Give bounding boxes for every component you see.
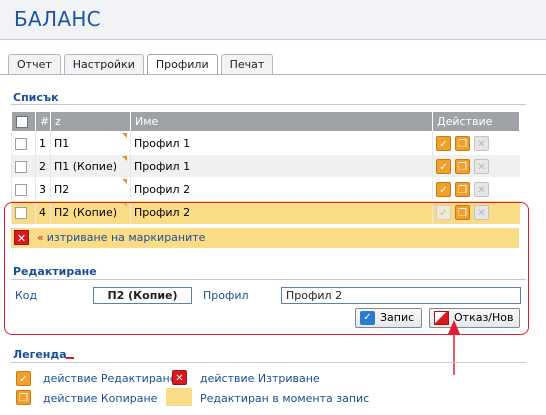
- row-actions: ✓ ❐ ✕: [432, 131, 520, 155]
- list-section-title: Списък: [13, 91, 59, 104]
- row-code: П1: [54, 136, 70, 150]
- legend-copy-text: действие Копиране: [43, 392, 158, 405]
- app-title: БАЛАНС: [14, 7, 101, 31]
- column-header-num: #: [35, 111, 51, 132]
- table-row: 3 П2 Профил 2 ✓ ❐ ✕: [11, 177, 520, 201]
- legend-copy-icon: ❐: [16, 390, 31, 405]
- row-code-cell: П1 (Копие): [50, 154, 131, 178]
- delete-icon[interactable]: ✕: [474, 158, 489, 174]
- app-header: БАЛАНС: [0, 0, 546, 40]
- tab-settings[interactable]: Настройки: [63, 54, 144, 74]
- row-select-cell: [11, 154, 36, 178]
- copy-icon[interactable]: ❐: [455, 181, 470, 197]
- row-checkbox[interactable]: [15, 137, 27, 150]
- edit-icon[interactable]: ✓: [436, 181, 451, 197]
- row-code: П2: [54, 182, 70, 196]
- copy-icon[interactable]: ❐: [455, 135, 470, 151]
- corner-marker-icon: [122, 156, 127, 161]
- tab-print[interactable]: Печат: [220, 54, 274, 74]
- delete-icon[interactable]: ✕: [474, 181, 489, 197]
- legend-edited-swatch: [166, 388, 192, 406]
- table-header-row: # z Име Действие: [11, 111, 520, 132]
- edit-highlight-frame: [4, 202, 529, 335]
- row-select-cell: [11, 177, 36, 201]
- row-num: 1: [35, 131, 51, 155]
- corner-marker-icon: [122, 133, 127, 138]
- legend-edit-icon: ✓: [16, 371, 31, 386]
- row-checkbox[interactable]: [15, 183, 27, 196]
- table-row: 2 П1 (Копие) Профил 1 ✓ ❐ ✕: [11, 154, 520, 178]
- row-name: Профил 1: [130, 131, 433, 155]
- row-actions: ✓ ❐ ✕: [432, 177, 520, 201]
- row-code-cell: П2: [50, 177, 131, 201]
- row-name: Профил 2: [130, 177, 433, 201]
- edit-icon[interactable]: ✓: [436, 158, 451, 174]
- tab-report[interactable]: Отчет: [8, 54, 61, 74]
- row-actions: ✓ ❐ ✕: [432, 154, 520, 178]
- delete-icon[interactable]: ✕: [474, 135, 489, 151]
- legend-section-divider: [11, 362, 526, 363]
- column-header-action: Действие: [432, 111, 520, 132]
- edit-icon[interactable]: ✓: [436, 135, 451, 151]
- row-checkbox[interactable]: [15, 160, 27, 173]
- tab-profiles[interactable]: Профили: [146, 54, 218, 75]
- legend-section-title: Легенда: [13, 348, 67, 361]
- row-num: 2: [35, 154, 51, 178]
- tab-bar: Отчет Настройки Профили Печат: [8, 54, 274, 75]
- pointer-arrow-icon: [448, 320, 460, 375]
- tab-divider: [0, 74, 546, 75]
- corner-marker-icon: [122, 179, 127, 184]
- row-name: Профил 1: [130, 154, 433, 178]
- legend-underline: [66, 357, 74, 359]
- row-code-cell: П1: [50, 131, 131, 155]
- column-header-z[interactable]: z: [50, 111, 131, 132]
- list-section-divider: [11, 104, 526, 105]
- copy-icon[interactable]: ❐: [455, 158, 470, 174]
- row-select-cell: [11, 131, 36, 155]
- legend-edited-text: Редактиран в момента запис: [200, 392, 370, 405]
- legend-delete-icon: ✕: [172, 370, 187, 385]
- select-all-checkbox[interactable]: [16, 116, 28, 128]
- row-num: 3: [35, 177, 51, 201]
- table-row: 1 П1 Профил 1 ✓ ❐ ✕: [11, 131, 520, 155]
- legend-delete-text: действие Изтриване: [200, 372, 320, 385]
- select-all-cell: [11, 111, 36, 132]
- legend-edit-text: действие Редактиране: [43, 372, 177, 385]
- row-code: П1 (Копие): [54, 159, 117, 173]
- column-header-name[interactable]: Име: [130, 111, 433, 132]
